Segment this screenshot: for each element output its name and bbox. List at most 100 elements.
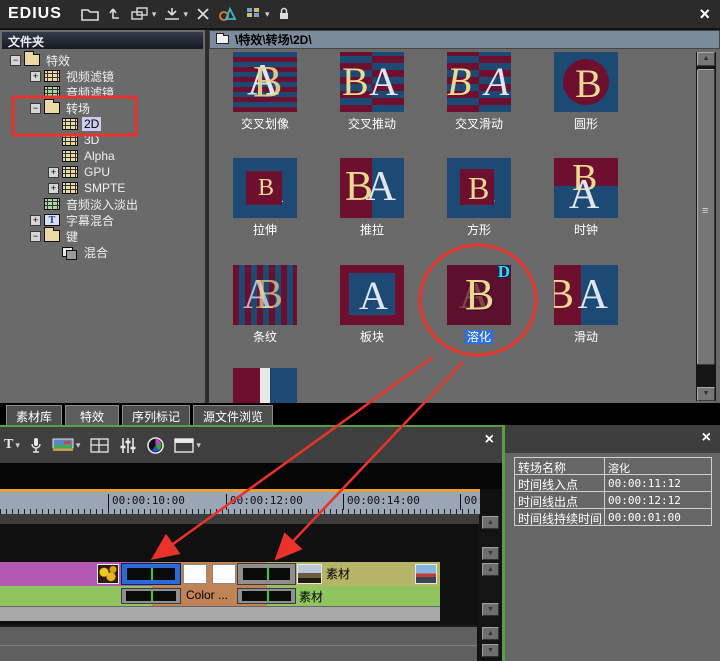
effect-category-icon: [44, 70, 60, 82]
clip-label: Color ...: [186, 588, 228, 602]
transition-dissolve[interactable]: [121, 588, 181, 604]
tree-item-key[interactable]: 键: [0, 228, 205, 244]
timecode-label: 00:00:14:00: [343, 494, 420, 510]
clip-white-frame[interactable]: [183, 564, 207, 584]
scroll-up-button[interactable]: ▲: [697, 52, 715, 66]
voiceover-mic-icon[interactable]: [30, 437, 42, 454]
expand-icon[interactable]: [48, 183, 59, 194]
transition-info-panel: × 转场名称 溶化 时间线入点 00:00:11:12 时间线出点 00:00:…: [505, 425, 720, 661]
palette-tab-bar: 素材库 特效 序列标记 源文件浏览: [0, 403, 720, 425]
expand-icon[interactable]: [30, 215, 41, 226]
layout-grid-icon[interactable]: [90, 438, 109, 453]
title-effect-icon: [44, 214, 60, 226]
collapse-icon[interactable]: [10, 55, 21, 66]
info-label: 转场名称: [515, 458, 605, 474]
expand-icon[interactable]: [30, 71, 41, 82]
tree-item-video-filters[interactable]: 视频滤镜: [0, 68, 205, 84]
scrollbar-thumb[interactable]: [697, 69, 715, 365]
duplicate-folder-icon[interactable]: ▾: [130, 6, 157, 22]
move-up-icon[interactable]: [107, 6, 123, 22]
effect-item[interactable]: A板块: [322, 265, 422, 345]
close-icon[interactable]: ×: [702, 429, 711, 447]
tree-item-label: 3D: [82, 133, 101, 147]
close-icon[interactable]: ×: [485, 431, 494, 449]
effect-item[interactable]: BA交叉推动: [322, 52, 422, 132]
close-icon[interactable]: ×: [699, 5, 710, 23]
title-bar: EDIUS ▾ ▾ ▾ ×: [0, 0, 720, 30]
effect-item[interactable]: BA时钟: [536, 158, 636, 238]
dropdown-arrow-icon[interactable]: ▾: [152, 9, 157, 20]
effect-item-dissolve[interactable]: ABD溶化: [429, 265, 529, 345]
tree-item-smpte[interactable]: SMPTE: [0, 180, 205, 196]
color-match-icon[interactable]: [218, 6, 238, 22]
collapse-icon[interactable]: [30, 103, 41, 114]
effect-thumbnail: BA: [447, 52, 511, 112]
import-icon[interactable]: ▾: [163, 6, 188, 22]
effect-item[interactable]: BA推拉: [322, 158, 422, 238]
view-grid-icon[interactable]: ▾: [245, 6, 270, 22]
tree-item-label: 视频滤镜: [64, 68, 116, 85]
scroll-down-button[interactable]: ▼: [482, 644, 499, 657]
table-row: 时间线持续时间 00:00:01:00: [515, 509, 712, 526]
effect-label: 时钟: [536, 221, 636, 238]
transition-info-table: 转场名称 溶化 时间线入点 00:00:11:12 时间线出点 00:00:12…: [514, 457, 712, 526]
open-folder-icon[interactable]: [80, 6, 100, 22]
clip-thumbnail: [297, 564, 322, 584]
dropdown-arrow-icon[interactable]: ▾: [265, 9, 270, 20]
expand-icon[interactable]: [48, 167, 59, 178]
collapse-icon[interactable]: [30, 231, 41, 242]
effect-item[interactable]: [215, 368, 315, 403]
lock-icon[interactable]: [277, 6, 291, 22]
effect-thumbnail: AB: [447, 158, 511, 218]
scroll-up-button[interactable]: ▲: [482, 563, 499, 576]
tree-item-audio-filters[interactable]: 音频滤镜: [0, 84, 205, 100]
info-value: 00:00:11:12: [605, 475, 712, 491]
tree-item-label: 音频滤镜: [64, 84, 116, 101]
tree-item-label: 转场: [64, 100, 92, 117]
effect-item[interactable]: B圆形: [536, 52, 636, 132]
tree-item-audio-fade[interactable]: 音频淡入淡出: [0, 196, 205, 212]
effect-label: 方形: [429, 221, 529, 238]
scroll-up-button[interactable]: ▲: [482, 516, 499, 529]
tree-item-blend[interactable]: 混合: [0, 244, 205, 260]
scroll-down-button[interactable]: ▼: [697, 387, 715, 401]
title-tool-icon[interactable]: T▾: [4, 437, 20, 453]
effect-item[interactable]: AB条纹: [215, 265, 315, 345]
tree-item-2d[interactable]: 2D: [0, 116, 205, 132]
tree-item-alpha[interactable]: Alpha: [0, 148, 205, 164]
scrollbar-vertical[interactable]: ▲ ▼: [696, 52, 716, 401]
scroll-down-button[interactable]: ▼: [482, 547, 499, 560]
transition-dissolve[interactable]: [237, 563, 296, 585]
effect-category-icon: [62, 150, 78, 162]
default-transition-badge: D: [498, 265, 510, 282]
transition-dissolve[interactable]: [237, 588, 296, 604]
effect-item[interactable]: BA滑动: [536, 265, 636, 345]
effect-item[interactable]: AB拉伸: [215, 158, 315, 238]
tree-item-transitions[interactable]: 转场: [0, 100, 205, 116]
color-wheel-icon[interactable]: [147, 437, 164, 454]
scroll-down-button[interactable]: ▼: [482, 603, 499, 616]
window-layout-icon[interactable]: ▾: [174, 438, 201, 453]
clip-thumbnail: [415, 564, 437, 584]
transition-dissolve-selected[interactable]: [121, 563, 181, 585]
effect-item[interactable]: AB交叉划像: [215, 52, 315, 132]
clip-white-frame[interactable]: [212, 564, 236, 584]
tree-item-title-mix[interactable]: 字幕混合: [0, 212, 205, 228]
effect-thumbnail: BA: [340, 158, 404, 218]
effect-item[interactable]: AB 方形: [429, 158, 529, 238]
timecode-ruler[interactable]: 00:00:10:00 00:00:12:00 00:00:14:00 00:0…: [0, 492, 480, 514]
info-label: 时间线入点: [515, 475, 605, 491]
mixer-icon[interactable]: [119, 437, 137, 454]
tree-item-effects[interactable]: 特效: [0, 52, 205, 68]
effect-label: 拉伸: [215, 221, 315, 238]
scroll-up-button[interactable]: ▲: [482, 627, 499, 640]
effect-item[interactable]: BA交叉滑动: [429, 52, 529, 132]
delete-icon[interactable]: [195, 6, 211, 22]
dropdown-arrow-icon[interactable]: ▾: [183, 9, 188, 20]
monitor-mode-icon[interactable]: ▾: [52, 437, 81, 453]
folder-icon: [44, 102, 60, 114]
effect-thumbnail: AB: [233, 52, 297, 112]
info-value: 溶化: [605, 458, 712, 474]
tree-item-3d[interactable]: 3D: [0, 132, 205, 148]
tree-item-gpu[interactable]: GPU: [0, 164, 205, 180]
